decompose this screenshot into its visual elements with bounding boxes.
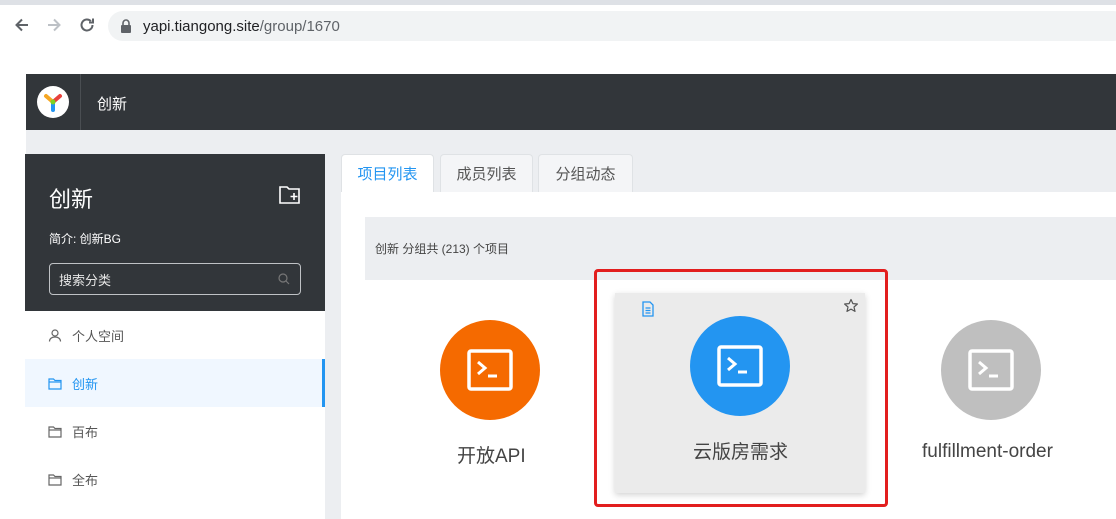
terminal-icon [968,349,1014,391]
back-button[interactable] [10,13,34,37]
yapi-logo [37,86,69,118]
project-avatar [941,320,1041,420]
project-avatar [440,320,540,420]
project-name: fulfillment-order [922,441,1053,462]
group-title: 创新 [49,187,94,212]
project-count-text: 创新 分组共 (213) 个项目 [375,242,510,256]
search-icon [278,273,290,285]
tab-member-list[interactable]: 成员列表 [440,154,533,192]
group-description: 简介: 创新BG [49,232,122,246]
sidebar-item-label: 个人空间 [72,328,125,344]
arrow-right-icon [48,18,61,32]
sidebar-item-label: 百布 [72,424,99,440]
terminal-icon [467,349,513,391]
category-list: 个人空间 创新 百布 全布 [25,311,325,519]
star-icon[interactable] [843,298,859,314]
group-info-panel: 创新 简介: 创新BG 搜索分类 [25,154,325,311]
reload-icon [80,18,94,32]
yapi-logo-icon [44,94,62,112]
logo-link[interactable] [26,74,81,130]
sidebar-item-chuangxin[interactable]: 创新 [25,359,325,407]
document-icon[interactable] [641,301,655,317]
address-bar[interactable]: yapi.tiangong.site/group/1670 [108,11,1116,41]
app-header: 创新 [26,74,1116,130]
url-path: /group/1670 [259,17,340,35]
project-name: 开放API [457,446,526,467]
sidebar-item-quanbu[interactable]: 全布 [25,455,325,503]
header-group-title[interactable]: 创新 [97,93,127,114]
search-placeholder: 搜索分类 [59,272,112,288]
folder-icon [48,377,62,390]
sidebar-item-baibu[interactable]: 百布 [25,407,325,455]
sidebar-item-label: 创新 [72,376,99,392]
terminal-icon [717,345,763,387]
forward-button[interactable] [42,13,66,37]
folder-icon [48,473,62,486]
folder-add-icon[interactable] [278,183,302,205]
folder-icon [48,425,62,438]
project-avatar [690,316,790,416]
category-search-input[interactable]: 搜索分类 [49,263,301,295]
sidebar-item-personal-space[interactable]: 个人空间 [25,311,325,359]
browser-toolbar: yapi.tiangong.site/group/1670 [0,0,1116,44]
reload-button[interactable] [75,13,99,37]
lock-icon [121,19,131,33]
project-count-bar: 创新 分组共 (213) 个项目 [365,217,1116,280]
tab-project-list[interactable]: 项目列表 [341,154,434,192]
project-name: 云版房需求 [693,442,789,463]
user-icon [48,328,62,342]
url-host: yapi.tiangong.site [143,17,260,35]
sidebar-item-label: 全布 [72,472,99,488]
arrow-left-icon [15,18,28,32]
tab-group-activity[interactable]: 分组动态 [538,154,633,192]
